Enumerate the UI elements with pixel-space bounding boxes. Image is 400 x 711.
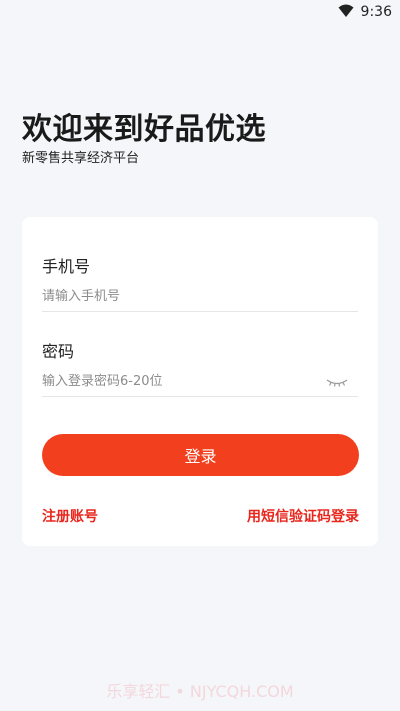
password-input[interactable] xyxy=(42,366,358,397)
page-subtitle: 新零售共享经济平台 xyxy=(22,151,140,166)
wifi-icon xyxy=(338,4,354,17)
login-button[interactable]: 登录 xyxy=(42,434,359,476)
phone-input[interactable] xyxy=(42,281,358,312)
watermark: 乐享轻汇 • NJYCQH.COM xyxy=(106,682,294,701)
page-title: 欢迎来到好品优选 xyxy=(22,112,266,147)
register-link[interactable]: 注册账号 xyxy=(42,506,98,526)
sms-login-link[interactable]: 用短信验证码登录 xyxy=(247,506,359,526)
password-label: 密码 xyxy=(42,342,75,361)
eye-closed-icon[interactable] xyxy=(326,377,348,387)
login-card: 手机号 密码 登录 注册账号 用短信验证码登录 xyxy=(22,217,378,546)
phone-label: 手机号 xyxy=(42,257,91,276)
status-bar: 9:36 xyxy=(0,0,400,24)
status-time: 9:36 xyxy=(360,4,392,20)
